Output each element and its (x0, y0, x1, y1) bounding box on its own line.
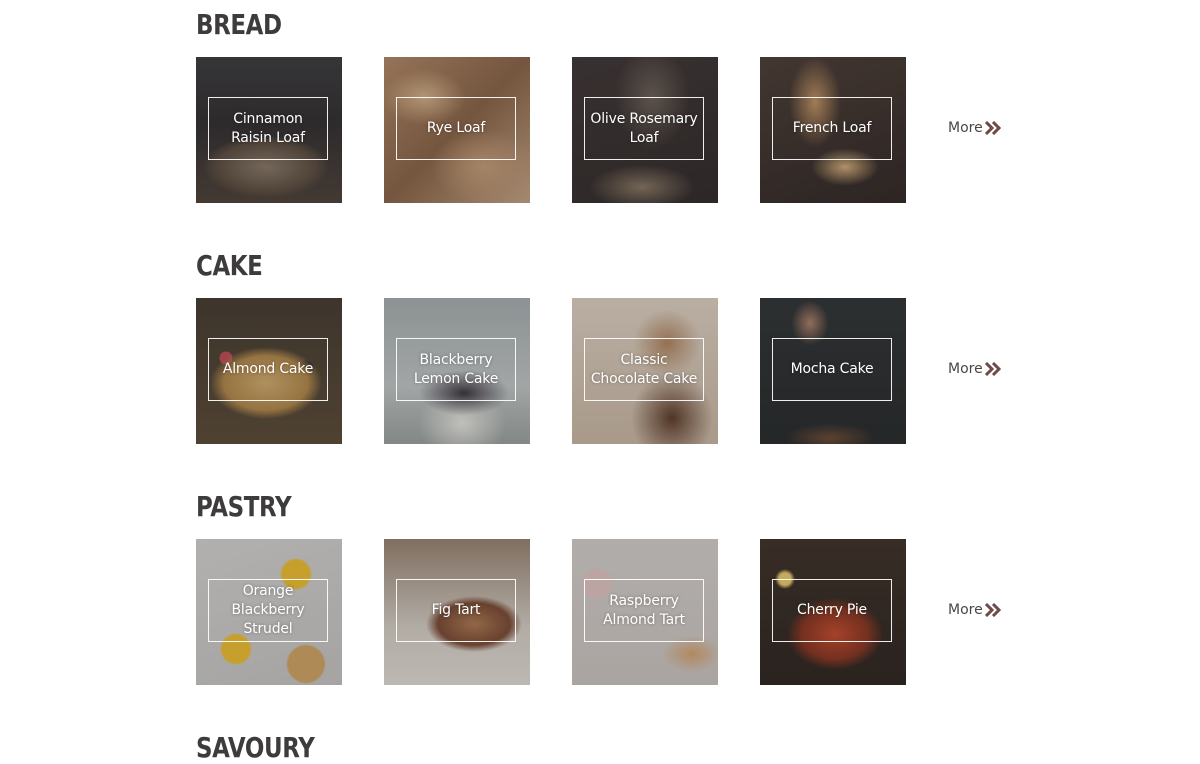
more-link-cake[interactable]: More (948, 361, 1003, 377)
product-name: Cinnamon Raisin Loaf (231, 110, 305, 146)
double-chevron-right-icon (984, 603, 1001, 617)
product-tile-mocha-cake[interactable]: Mocha Cake (760, 298, 906, 444)
product-tile-classic-chocolate-cake[interactable]: Classic Chocolate Cake (572, 298, 718, 444)
product-label-frame: French Loaf (772, 97, 892, 160)
product-label-frame: Almond Cake (208, 338, 328, 401)
section-title: PASTRY (196, 490, 292, 523)
more-label: More (948, 120, 983, 136)
product-tile-raspberry-almond-tart[interactable]: Raspberry Almond Tart (572, 539, 718, 685)
product-name: Fig Tart (431, 602, 481, 618)
product-name: Raspberry Almond Tart (603, 592, 685, 628)
section-title: SAVOURY (196, 731, 315, 764)
product-tile-olive-rosemary-loaf[interactable]: Olive Rosemary Loaf (572, 57, 718, 203)
product-name: Classic Chocolate Cake (590, 351, 698, 387)
product-tile-rye-loaf[interactable]: Rye Loaf (384, 57, 530, 203)
more-link-bread[interactable]: More (948, 120, 1003, 136)
product-name: Orange Blackberry Strudel (231, 583, 305, 637)
section-title: BREAD (196, 8, 282, 41)
product-tile-french-loaf[interactable]: French Loaf (760, 57, 906, 203)
product-name: Olive Rosemary Loaf (590, 110, 698, 146)
product-tile-blackberry-lemon-cake[interactable]: Blackberry Lemon Cake (384, 298, 530, 444)
section-title: CAKE (196, 249, 263, 282)
product-name: Blackberry Lemon Cake (413, 351, 499, 387)
product-tile-orange-blackberry-strudel[interactable]: Orange Blackberry Strudel (196, 539, 342, 685)
double-chevron-right-icon (984, 362, 1001, 376)
more-label: More (948, 602, 983, 618)
product-label-frame: Raspberry Almond Tart (584, 579, 704, 642)
product-tile-cinnamon-raisin-loaf[interactable]: Cinnamon Raisin Loaf (196, 57, 342, 203)
product-label-frame: Fig Tart (396, 579, 516, 642)
product-label-frame: Rye Loaf (396, 97, 516, 160)
more-link-pastry[interactable]: More (948, 602, 1003, 618)
product-name: French Loaf (792, 120, 872, 136)
product-label-frame: Blackberry Lemon Cake (396, 338, 516, 401)
product-tile-almond-cake[interactable]: Almond Cake (196, 298, 342, 444)
product-name: Mocha Cake (790, 361, 874, 377)
product-label-frame: Orange Blackberry Strudel (208, 579, 328, 642)
product-name: Almond Cake (222, 361, 314, 377)
double-chevron-right-icon (984, 121, 1001, 135)
product-label-frame: Mocha Cake (772, 338, 892, 401)
product-label-frame: Cinnamon Raisin Loaf (208, 97, 328, 160)
product-label-frame: Olive Rosemary Loaf (584, 97, 704, 160)
product-name: Cherry Pie (797, 602, 867, 618)
more-label: More (948, 361, 983, 377)
product-tile-cherry-pie[interactable]: Cherry Pie (760, 539, 906, 685)
product-label-frame: Classic Chocolate Cake (584, 338, 704, 401)
product-label-frame: Cherry Pie (772, 579, 892, 642)
product-tile-fig-tart[interactable]: Fig Tart (384, 539, 530, 685)
product-name: Rye Loaf (426, 120, 486, 136)
